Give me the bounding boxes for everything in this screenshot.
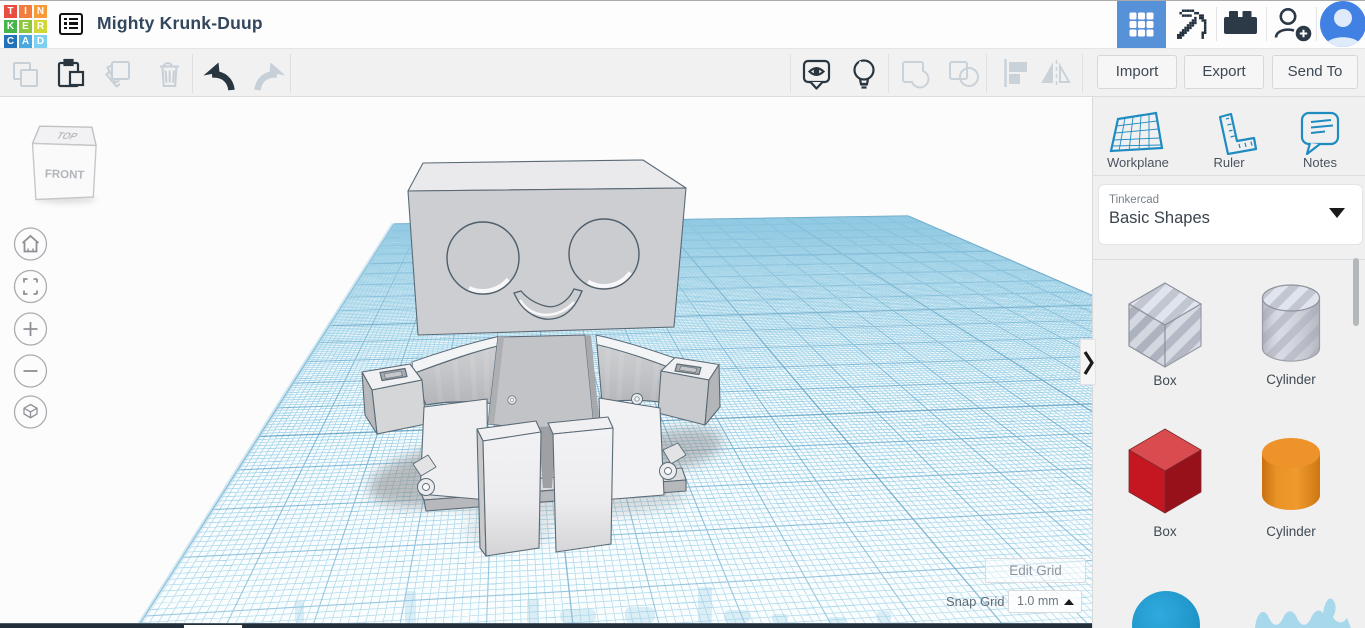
svg-text:FRONT: FRONT <box>45 168 85 181</box>
